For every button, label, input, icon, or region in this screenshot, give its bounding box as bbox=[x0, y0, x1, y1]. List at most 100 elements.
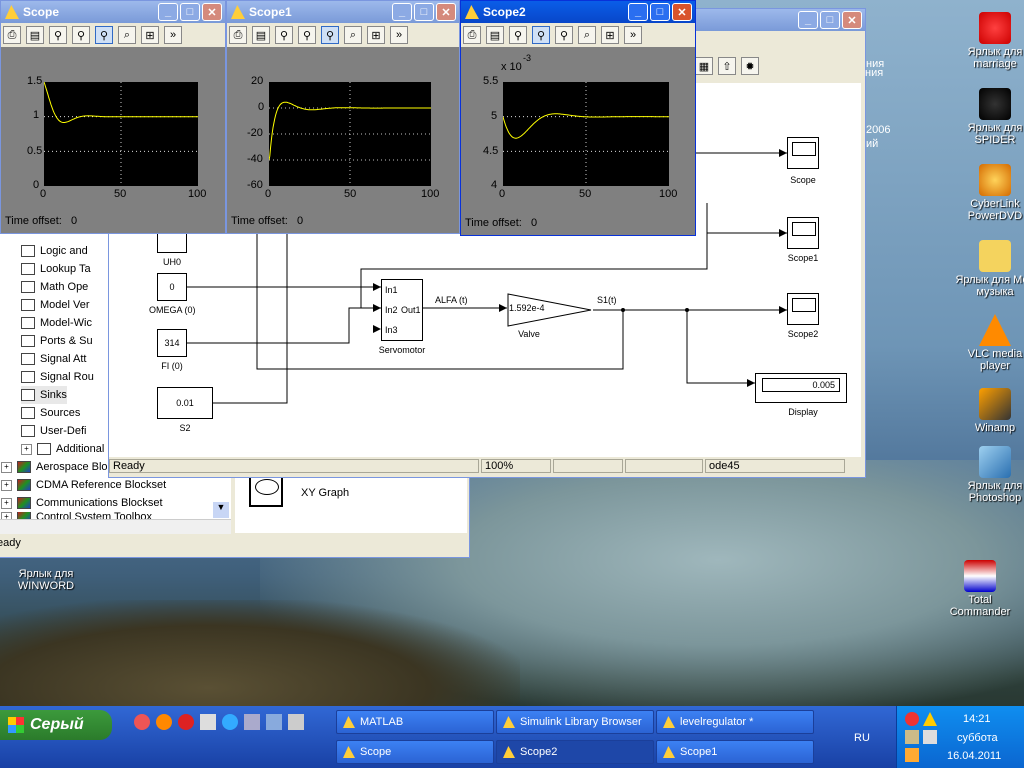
desktop-icon-powerdvd[interactable]: CyberLink PowerDVD bbox=[955, 164, 1024, 222]
scope-plot[interactable] bbox=[44, 82, 198, 186]
tree-hscrollbar[interactable] bbox=[0, 519, 231, 534]
scope1-window[interactable]: Scope1 _ □ ✕ ⎙ ▤ ⚲ ⚲ ⚲ ⌕ ⊞ » 20 0 -20 -40 -60 0… bbox=[226, 0, 460, 234]
autoscale-icon[interactable]: ⌕ bbox=[578, 26, 596, 44]
tree-item-user-def[interactable]: User-Defi bbox=[21, 422, 86, 440]
print-icon[interactable]: ⎙ bbox=[229, 26, 247, 44]
tray-icon-2[interactable] bbox=[905, 730, 919, 744]
zoom-x-icon[interactable]: ⚲ bbox=[72, 26, 90, 44]
desktop-icon-photoshop[interactable]: Ярлык для Photoshop bbox=[955, 446, 1024, 504]
minimize-button[interactable]: _ bbox=[392, 3, 412, 21]
tree-item-additional[interactable]: + Additional bbox=[21, 440, 104, 458]
xy-graph-block-icon[interactable] bbox=[249, 473, 283, 507]
scroll-down-button[interactable]: ▼ bbox=[213, 502, 229, 518]
task-levelregulator[interactable]: levelregulator * bbox=[656, 710, 814, 734]
zoom-y-icon[interactable]: ⚲ bbox=[555, 26, 573, 44]
tree-item-sinks[interactable]: Sinks bbox=[21, 386, 67, 404]
calculator-icon[interactable] bbox=[244, 714, 260, 730]
zoom-y-icon[interactable]: ⚲ bbox=[321, 26, 339, 44]
tree-item-cdma[interactable]: + CDMA Reference Blockset bbox=[1, 476, 166, 494]
window-icon[interactable] bbox=[200, 714, 216, 730]
tree-item-aerospace[interactable]: + Aerospace Blo bbox=[1, 458, 108, 476]
save-axes-icon[interactable]: ⊞ bbox=[141, 26, 159, 44]
warning-icon[interactable] bbox=[923, 712, 937, 726]
chat-icon[interactable] bbox=[288, 714, 304, 730]
tree-item-model-ver[interactable]: Model Ver bbox=[21, 296, 90, 314]
tree-item-lookup[interactable]: Lookup Ta bbox=[21, 260, 91, 278]
debug-icon[interactable]: ✹ bbox=[741, 57, 759, 75]
scope2-plot[interactable] bbox=[503, 82, 669, 186]
firefox-icon[interactable] bbox=[156, 714, 172, 730]
opera-icon[interactable] bbox=[178, 714, 194, 730]
autoscale-icon[interactable]: ⌕ bbox=[344, 26, 362, 44]
desktop-icon-spider[interactable]: Ярлык для SPIDER bbox=[955, 88, 1024, 146]
scope1-titlebar[interactable]: Scope1 _ □ ✕ bbox=[227, 1, 459, 23]
tree-item-ports[interactable]: Ports & Su bbox=[21, 332, 93, 350]
close-button[interactable]: ✕ bbox=[842, 11, 862, 29]
zoom-icon[interactable]: ⚲ bbox=[509, 26, 527, 44]
print-icon[interactable]: ⎙ bbox=[3, 26, 21, 44]
save-axes-icon[interactable]: ⊞ bbox=[601, 26, 619, 44]
scope-titlebar[interactable]: Scope _ □ ✕ bbox=[1, 1, 225, 23]
tree-item-signal-att[interactable]: Signal Att bbox=[21, 350, 86, 368]
save-axes-icon[interactable]: ⊞ bbox=[367, 26, 385, 44]
task-scope2[interactable]: Scope2 bbox=[496, 740, 654, 764]
ie-icon[interactable] bbox=[222, 714, 238, 730]
settings-icon[interactable] bbox=[266, 714, 282, 730]
maximize-button[interactable]: □ bbox=[650, 3, 670, 21]
scope2-titlebar[interactable]: Scope2 _ □ ✕ bbox=[461, 1, 695, 23]
zoom-x-icon[interactable]: ⚲ bbox=[298, 26, 316, 44]
params-icon[interactable]: ▤ bbox=[26, 26, 44, 44]
tree-item-model-wide[interactable]: Model-Wic bbox=[21, 314, 92, 332]
tray-icon-1[interactable] bbox=[905, 712, 919, 726]
close-button[interactable]: ✕ bbox=[436, 3, 456, 21]
close-button[interactable]: ✕ bbox=[672, 3, 692, 21]
scope2-window[interactable]: Scope2 _ □ ✕ ⎙ ▤ ⚲ ⚲ ⚲ ⌕ ⊞ » x 10 -3 5.5 5 4.5 … bbox=[460, 0, 696, 236]
desktop-icon-winamp[interactable]: Winamp bbox=[955, 388, 1024, 434]
expand-icon[interactable]: + bbox=[1, 497, 12, 509]
scope1-plot[interactable] bbox=[269, 82, 431, 186]
task-scope1[interactable]: Scope1 bbox=[656, 740, 814, 764]
autoscale-icon[interactable]: ⌕ bbox=[118, 26, 136, 44]
params-icon[interactable]: ▤ bbox=[252, 26, 270, 44]
tree-item-communications[interactable]: + Communications Blockset bbox=[1, 494, 163, 512]
more-icon[interactable]: » bbox=[164, 26, 182, 44]
desktop-icon-winword[interactable]: Ярлык для WINWORD bbox=[6, 568, 86, 592]
minimize-button[interactable]: _ bbox=[798, 11, 818, 29]
params-icon[interactable]: ▤ bbox=[486, 26, 504, 44]
desktop-icon-marriage[interactable]: Ярлык для marriage bbox=[955, 12, 1024, 70]
zoom-icon[interactable]: ⚲ bbox=[49, 26, 67, 44]
zoom-x-icon[interactable]: ⚲ bbox=[532, 26, 550, 44]
task-scope[interactable]: Scope bbox=[336, 740, 494, 764]
expand-icon[interactable]: + bbox=[1, 479, 12, 491]
chrome-icon[interactable] bbox=[134, 714, 150, 730]
tree-item-logic[interactable]: Logic and bbox=[21, 242, 88, 260]
print-icon[interactable]: ⎙ bbox=[463, 26, 481, 44]
task-matlab[interactable]: MATLAB bbox=[336, 710, 494, 734]
language-indicator[interactable]: RU bbox=[854, 732, 870, 744]
maximize-button[interactable]: □ bbox=[820, 11, 840, 29]
xy-graph-label[interactable]: XY Graph bbox=[301, 487, 349, 499]
tray-icon-3[interactable] bbox=[923, 730, 937, 744]
up-arrow-icon[interactable]: ⇧ bbox=[718, 57, 736, 75]
maximize-button[interactable]: □ bbox=[414, 3, 434, 21]
expand-icon[interactable]: + bbox=[1, 461, 12, 473]
expand-icon[interactable]: + bbox=[21, 443, 32, 455]
model-explorer-icon[interactable]: ▦ bbox=[695, 57, 713, 75]
clock-time[interactable]: 14:21 bbox=[963, 713, 991, 725]
desktop-icon-vlc[interactable]: VLC media player bbox=[955, 314, 1024, 372]
minimize-button[interactable]: _ bbox=[628, 3, 648, 21]
zoom-icon[interactable]: ⚲ bbox=[275, 26, 293, 44]
tree-item-sources[interactable]: Sources bbox=[21, 404, 80, 422]
desktop-icon-total-commander[interactable]: Total Commander bbox=[940, 560, 1020, 618]
more-icon[interactable]: » bbox=[390, 26, 408, 44]
scope-window[interactable]: Scope _ □ ✕ ⎙ ▤ ⚲ ⚲ ⚲ ⌕ ⊞ » 1.5 1 0.5 0 0 50 10… bbox=[0, 0, 226, 234]
maximize-button[interactable]: □ bbox=[180, 3, 200, 21]
tray-icon-4[interactable] bbox=[905, 748, 919, 762]
start-button[interactable]: Серый bbox=[0, 710, 112, 740]
tree-item-math[interactable]: Math Ope bbox=[21, 278, 88, 296]
desktop-icon-music[interactable]: Ярлык для Моя музыка bbox=[955, 240, 1024, 298]
tree-item-signal-rou[interactable]: Signal Rou bbox=[21, 368, 94, 386]
zoom-y-icon[interactable]: ⚲ bbox=[95, 26, 113, 44]
close-button[interactable]: ✕ bbox=[202, 3, 222, 21]
more-icon[interactable]: » bbox=[624, 26, 642, 44]
